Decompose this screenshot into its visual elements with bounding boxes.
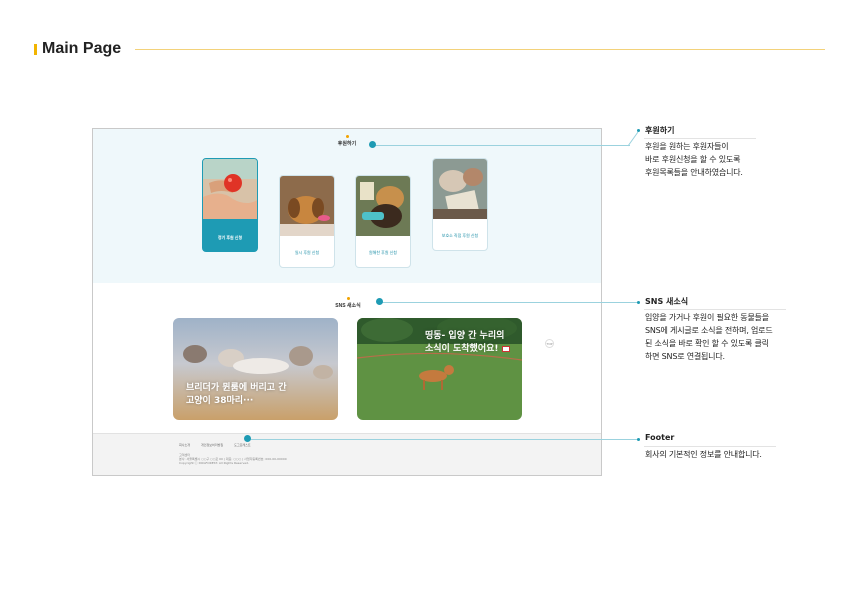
footer-link[interactable]: 도그포레스트 [234,443,251,447]
callout-elbow-donate [628,131,639,147]
card-label: 일시 후원 신청 [294,250,320,255]
footer-links: 회사소개 개인정보처리방침 도그포레스트 [179,443,261,447]
donate-card-regular[interactable]: 정기 후원 신청 [202,158,258,252]
title-accent-bar [34,44,37,55]
scroll-top-button[interactable]: TOP [545,339,554,348]
annotation-title-donate: 후원하기 [645,126,675,135]
donate-section-title: 후원하기 [327,135,367,147]
title-dot-icon [345,135,349,138]
callout-marker-footer [244,435,251,442]
sns-section: SNS 새소식 브리더가 뮌룸에 버리고 간 고양이 38마리··· 띵동- 입… [93,283,601,433]
annotation-title-sns: SNS 새소식 [645,297,689,306]
sns-post-caption: 띵동- 입양 간 누리의 소식이 도착했어요! [425,330,510,356]
sns-post-adoption[interactable]: 띵동- 입양 간 누리의 소식이 도착했어요! [357,318,522,420]
annotation-body-sns: 입양을 가거나 후원이 필요한 동물들을 SNS에 게시글로 소식을 전하며, … [645,313,773,361]
envelope-icon [501,345,510,352]
callout-line-footer [250,439,638,440]
dog-bottle-photo [356,176,410,236]
sns-post-caption: 브리더가 뮌룸에 버리고 간 고양이 38마리··· [186,383,287,406]
callout-marker-donate [369,141,376,148]
page-title: Main Page [42,40,122,57]
annotation-body-footer: 회사의 기본적인 정보를 안내합니다. [645,450,762,459]
annotation-rule [644,309,786,310]
annotation-bullet-icon [637,129,640,132]
footer-link[interactable]: 개인정보처리방침 [201,443,223,447]
title-dot-icon [346,297,350,300]
hands-heart-photo [203,159,257,219]
donate-card-wish[interactable]: 원해찬 후원 신청 [355,175,411,268]
donate-card-onetime[interactable]: 일시 후원 신청 [279,175,335,268]
card-label: 원해찬 후원 신청 [369,250,397,255]
callout-line-donate [375,145,630,146]
footer-company-info: 고객센터 본사: 서울특별시 ○○구 ○○로 00 | 대표: ○○○ | 사업… [179,453,287,465]
card-label: 정기 후원 신청 [217,235,243,240]
callout-marker-sns [376,298,383,305]
dog-photo [280,176,334,236]
annotation-title-footer: Footer [645,433,675,442]
footer-link[interactable]: 회사소개 [179,443,190,447]
sns-post-cats[interactable]: 브리더가 뮌룸에 버리고 간 고양이 38마리··· [173,318,338,420]
annotation-body-donate: 후원을 원하는 후원자들이 바로 후원신청을 할 수 있도록 후원목록들을 안내… [645,142,743,177]
sns-section-title: SNS 새소식 [323,297,373,309]
title-divider [135,49,825,50]
annotation-bullet-icon [637,301,640,304]
annotation-rule [644,446,776,447]
donate-section: 후원하기 정기 후원 신청 일시 후원 신청 원해찬 후원 신청 보호소 직접 … [93,129,601,283]
annotation-bullet-icon [637,438,640,441]
donate-card-shelter[interactable]: 보호소 직접 후원 신청 [432,158,488,251]
card-label: 보호소 직접 후원 신청 [441,233,479,238]
annotation-rule [644,138,756,139]
shelter-photo [433,159,487,219]
callout-line-sns [382,302,638,303]
